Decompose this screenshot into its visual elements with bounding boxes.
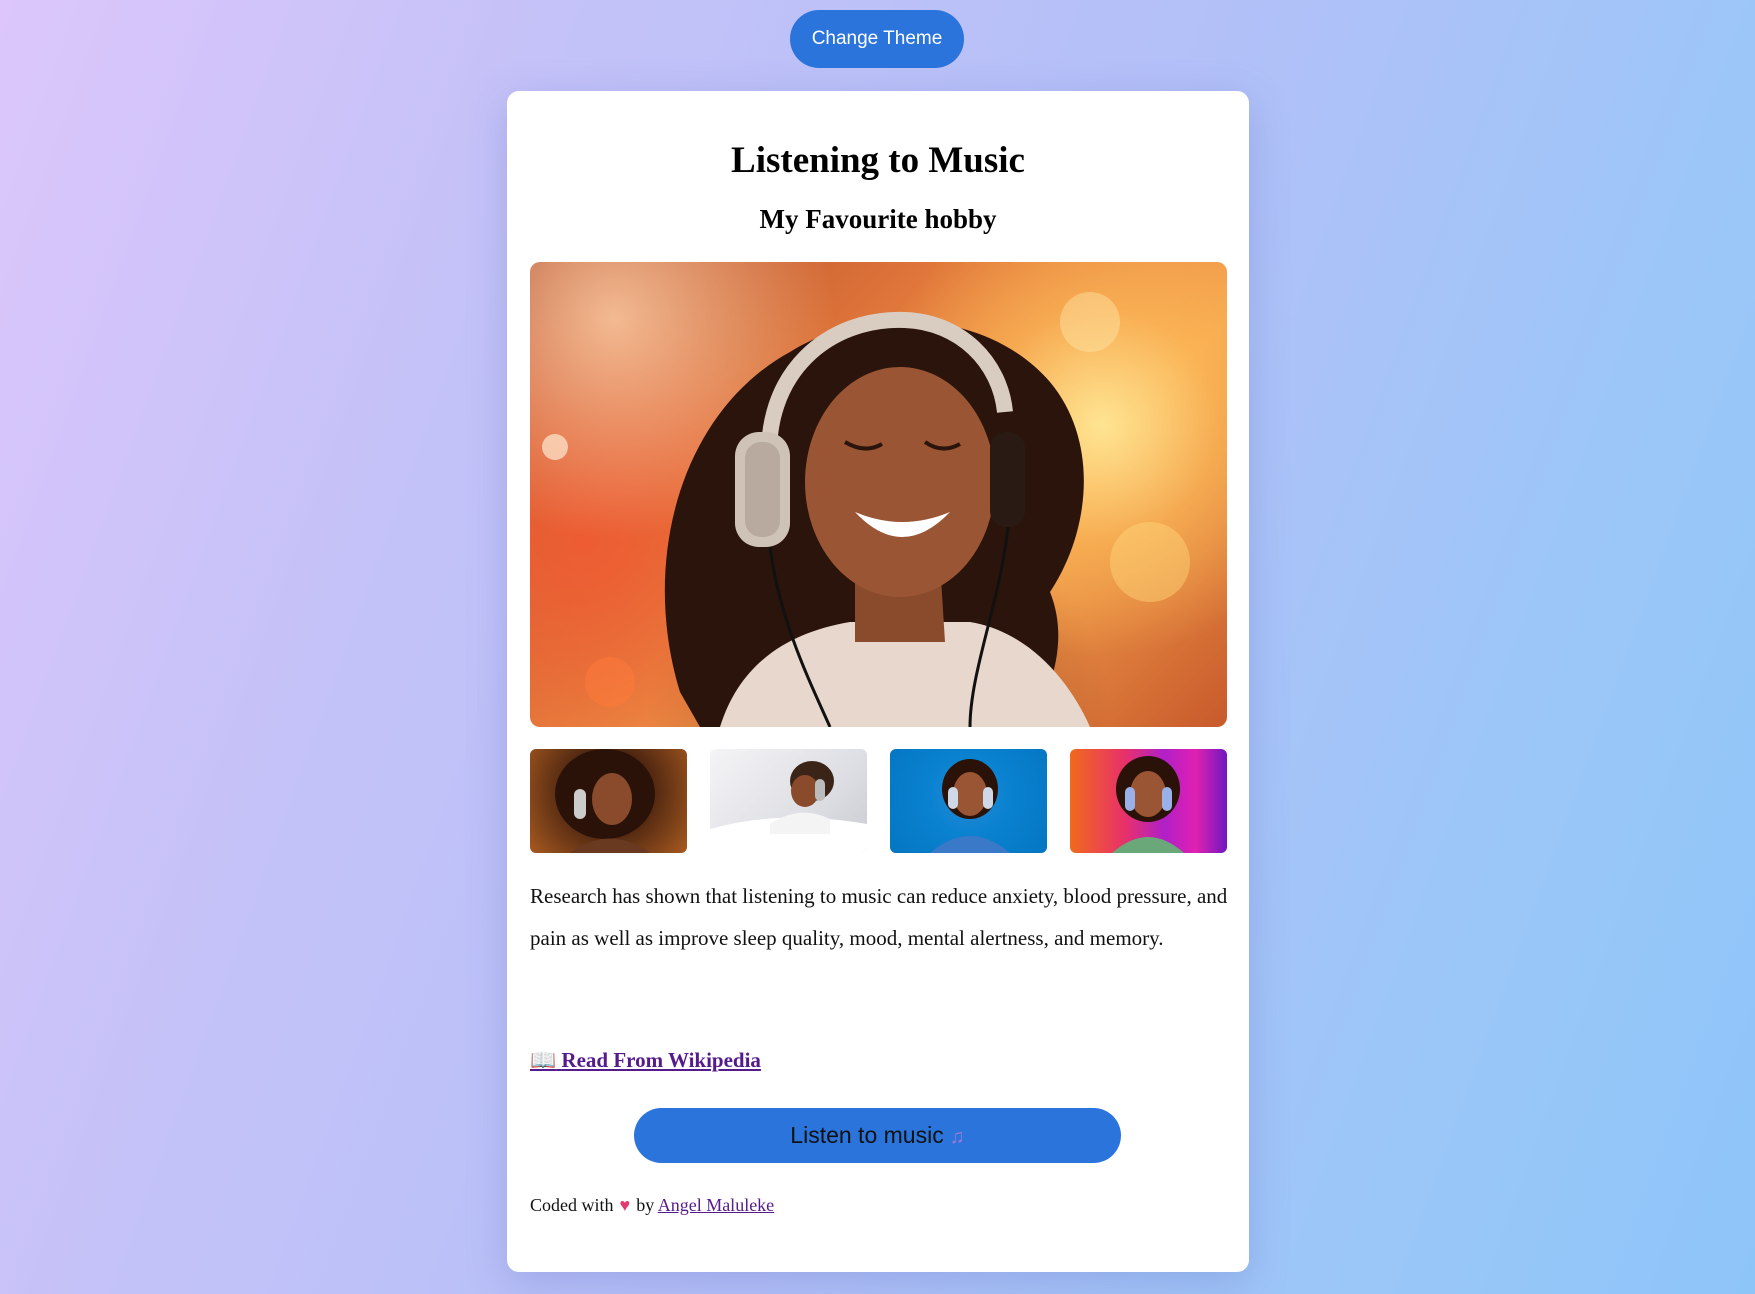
music-note-icon: ♫ xyxy=(949,1126,965,1148)
page-title: Listening to Music xyxy=(731,140,1025,181)
thumbnail-4[interactable] xyxy=(1070,749,1227,853)
thumbnail-3[interactable] xyxy=(890,749,1047,853)
page-subtitle: My Favourite hobby xyxy=(759,204,997,234)
footer-prefix: Coded with xyxy=(530,1195,614,1215)
footer-credit: Coded with ♥ by Angel Maluleke xyxy=(530,1195,774,1216)
thumbnail-2[interactable] xyxy=(710,749,867,853)
footer-by: by xyxy=(636,1195,655,1215)
hero-image xyxy=(530,262,1227,727)
wikipedia-link[interactable]: 📖 Read From Wikipedia xyxy=(530,1048,761,1073)
thumbnail-gallery xyxy=(530,749,1227,854)
thumbnail-1[interactable] xyxy=(530,749,687,853)
listen-to-music-button[interactable]: Listen to music ♫ xyxy=(634,1108,1121,1163)
wikipedia-link-label: Read From Wikipedia xyxy=(561,1048,761,1072)
change-theme-button[interactable]: Change Theme xyxy=(790,10,964,68)
listen-button-label: Listen to music xyxy=(790,1122,944,1148)
hobby-card: Listening to Music My Favourite hobby Re… xyxy=(507,91,1249,1272)
open-book-icon: 📖 xyxy=(530,1048,557,1072)
hobby-description: Research has shown that listening to mus… xyxy=(530,884,1228,950)
heart-icon: ♥ xyxy=(619,1195,631,1215)
author-link[interactable]: Angel Maluleke xyxy=(658,1195,774,1215)
